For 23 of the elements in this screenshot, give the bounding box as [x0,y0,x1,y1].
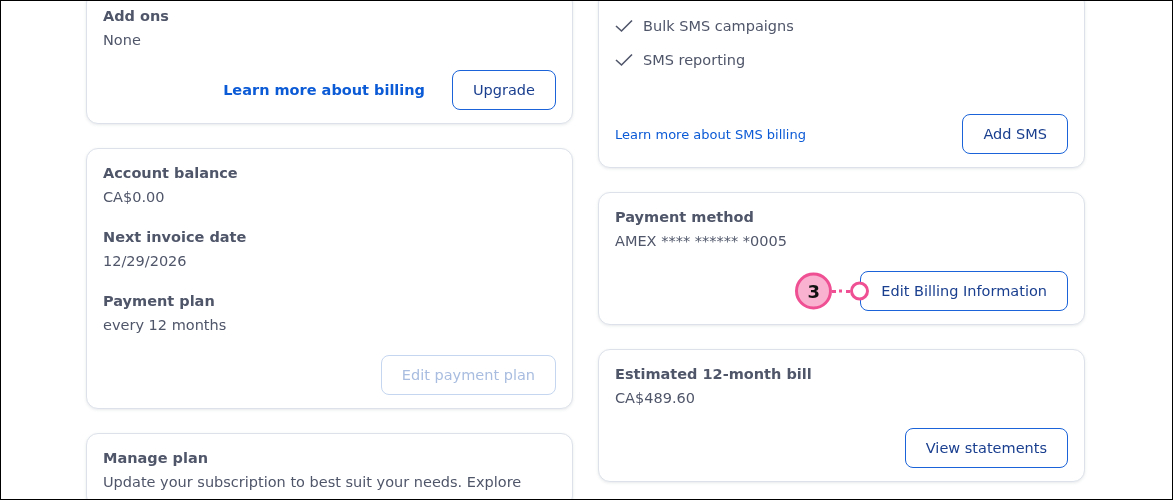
field-label: Account balance [103,164,239,183]
action-button[interactable]: View statements [904,428,1068,468]
learn-more-link[interactable]: Learn more about billing [223,82,425,98]
field-label: Estimated 12-month bill [615,365,813,384]
field-value: CA$489.60 [615,389,696,408]
field-label: Add ons [103,7,170,26]
field-label: Manage plan [103,449,210,468]
field-value: None [103,31,142,50]
field-label: Next invoice date [103,228,248,247]
learn-more-link[interactable]: Learn more about SMS billing [615,126,806,142]
field-value: AMEX **** ****** *0005 [615,232,788,251]
field-label: Payment method [615,208,755,227]
step-badge: 3 [795,272,833,310]
action-button[interactable]: Add SMS [962,114,1068,154]
feature-text: Bulk SMS campaigns [643,18,794,34]
field-label: Payment plan [103,292,216,311]
field-value: Update your subscription to best suit your needs. Explore [103,473,523,492]
field-value: 12/29/2026 [103,252,188,271]
feature-text: SMS reporting [643,52,746,68]
action-button[interactable]: Edit Billing Information [860,271,1068,311]
field-value: CA$0.00 [103,188,166,207]
action-button[interactable]: Upgrade [452,70,556,110]
field-value: every 12 months [103,316,228,335]
